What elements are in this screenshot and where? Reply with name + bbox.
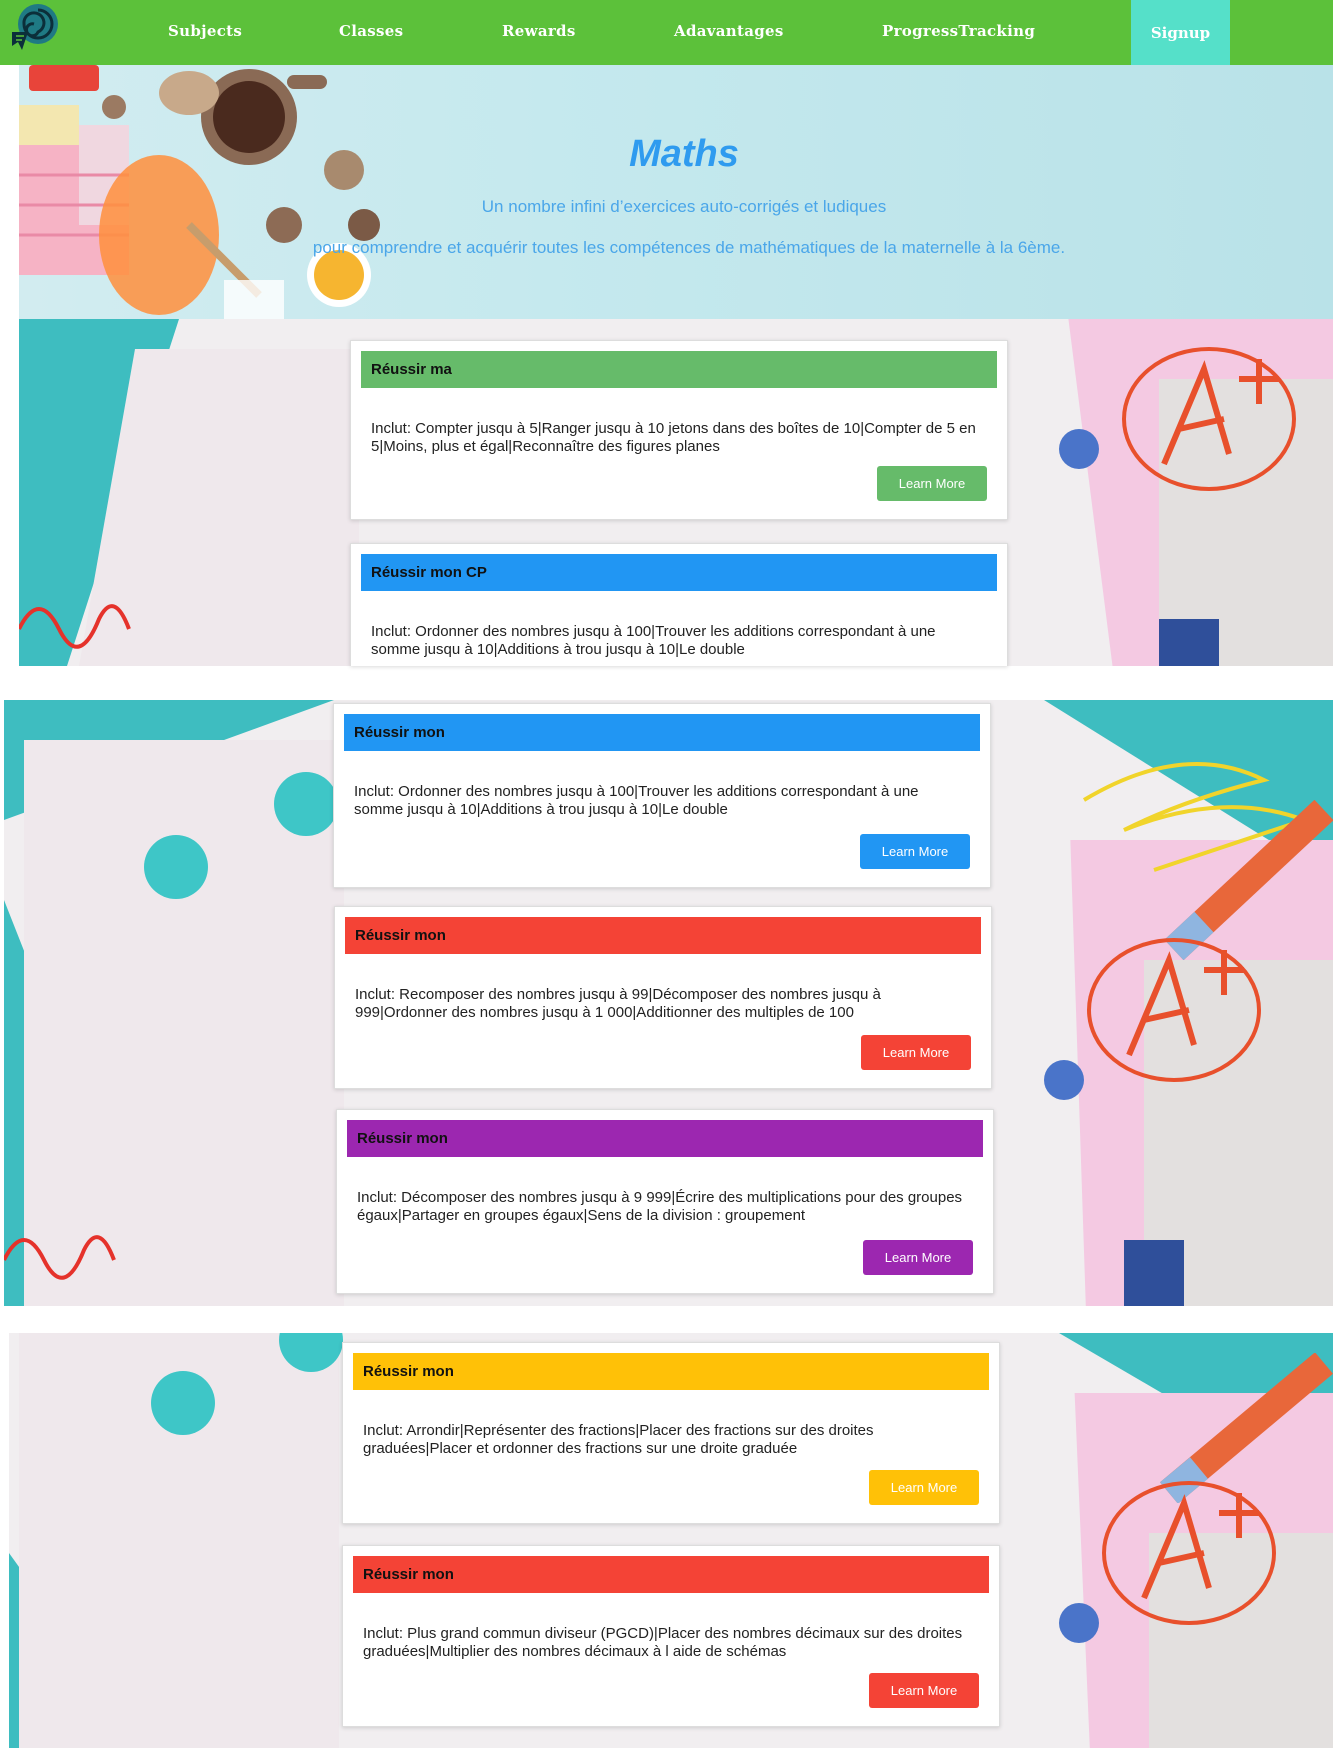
hero-subtitle-1: Un nombre infini d’exercices auto-corrig… bbox=[481, 197, 887, 216]
hero-subtitle-2: pour comprendre et acquérir toutes les c… bbox=[312, 238, 1066, 257]
hero-title: Maths bbox=[629, 133, 739, 175]
card-description: Inclut: Ordonner des nombres jusqu à 100… bbox=[371, 623, 936, 658]
course-card: Réussir mon CP Inclut: Ordonner des nomb… bbox=[350, 543, 1008, 666]
learn-more-button[interactable]: Learn More bbox=[877, 466, 987, 501]
a-plus-icon bbox=[1102, 1481, 1276, 1625]
card-description: Inclut: Arrondir|Représenter des fractio… bbox=[363, 1422, 874, 1457]
card-title: Réussir mon bbox=[347, 1120, 983, 1157]
nav-subjects[interactable]: Subjects bbox=[168, 22, 242, 40]
nav-rewards[interactable]: Rewards bbox=[502, 22, 576, 40]
course-card: Réussir mon Inclut: Décomposer des nombr… bbox=[336, 1109, 994, 1294]
card-title: Réussir mon CP bbox=[361, 554, 997, 591]
nav-progress-tracking[interactable]: ProgressTracking bbox=[882, 22, 1035, 40]
card-description: Inclut: Décomposer des nombres jusqu à 9… bbox=[357, 1189, 963, 1224]
learn-more-button[interactable]: Learn More bbox=[869, 1470, 979, 1505]
nav-advantages[interactable]: Adavantages bbox=[674, 22, 784, 40]
card-title: Réussir ma bbox=[361, 351, 997, 388]
scribble-icon bbox=[19, 604, 131, 649]
card-description: Inclut: Plus grand commun diviseur (PGCD… bbox=[363, 1625, 963, 1660]
course-card: Réussir ma Inclut: Compter jusqu à 5|Ran… bbox=[350, 340, 1008, 520]
card-title: Réussir mon bbox=[345, 917, 981, 954]
hero-banner: Maths Un nombre infini d’exercices auto-… bbox=[19, 65, 1333, 319]
card-title: Réussir mon bbox=[344, 714, 980, 751]
logo-icon[interactable] bbox=[8, 2, 64, 58]
card-description: Inclut: Compter jusqu à 5|Ranger jusqu à… bbox=[371, 420, 976, 455]
course-card: Réussir mon Inclut: Plus grand commun di… bbox=[342, 1545, 1000, 1727]
course-card: Réussir mon Inclut: Ordonner des nombres… bbox=[333, 703, 991, 888]
a-plus-icon bbox=[1122, 347, 1296, 491]
course-card: Réussir mon Inclut: Arrondir|Représenter… bbox=[342, 1342, 1000, 1524]
scribble-icon bbox=[4, 1235, 116, 1280]
learn-more-button[interactable]: Learn More bbox=[863, 1240, 973, 1275]
learn-more-button[interactable]: Learn More bbox=[861, 1035, 971, 1070]
hero-desk-illustration bbox=[19, 65, 380, 319]
card-title: Réussir mon bbox=[353, 1353, 989, 1390]
nav-classes[interactable]: Classes bbox=[339, 22, 403, 40]
course-card: Réussir mon Inclut: Recomposer des nombr… bbox=[334, 906, 992, 1089]
signup-button[interactable]: Signup bbox=[1131, 0, 1230, 65]
card-description: Inclut: Ordonner des nombres jusqu à 100… bbox=[354, 783, 919, 818]
page: Subjects Classes Rewards Adavantages Pro… bbox=[0, 0, 1333, 1748]
top-nav: Subjects Classes Rewards Adavantages Pro… bbox=[0, 0, 1333, 65]
learn-more-button[interactable]: Learn More bbox=[869, 1673, 979, 1708]
a-plus-icon bbox=[1087, 938, 1261, 1082]
card-description: Inclut: Recomposer des nombres jusqu à 9… bbox=[355, 986, 881, 1021]
card-title: Réussir mon bbox=[353, 1556, 989, 1593]
learn-more-button[interactable]: Learn More bbox=[860, 834, 970, 869]
